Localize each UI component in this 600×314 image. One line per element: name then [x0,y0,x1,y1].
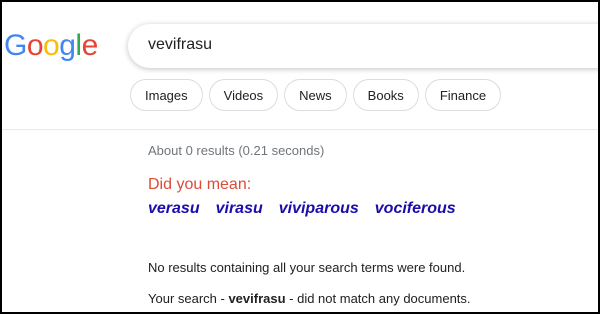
did-you-mean-label: Did you mean: [148,176,252,193]
suggestion-link[interactable]: vociferous [375,200,456,218]
no-results-message: No results containing all your search te… [148,260,466,275]
result-stats: About 0 results (0.21 seconds) [148,143,325,158]
header-divider [2,129,598,130]
logo-letter-o1: o [26,29,44,62]
tab-finance[interactable]: Finance [424,79,502,111]
suggestion-link[interactable]: viviparous [279,200,359,218]
logo-letter-g2: g [59,29,76,62]
tab-news[interactable]: News [284,79,347,111]
tab-books[interactable]: Books [352,79,419,111]
search-tabs: Images Videos News Books Finance [130,79,502,111]
google-logo[interactable]: Google [4,26,98,66]
your-search-suffix: - did not match any documents. [285,291,471,306]
your-search-term: vevifrasu [228,291,286,306]
your-search-message: Your search - vevifrasu - did not match … [148,291,471,306]
logo-letter-g: G [4,29,27,62]
your-search-prefix: Your search - [148,291,229,306]
browser-viewport: Google vevifrasu Images Videos News Book… [0,0,600,314]
logo-letter-o2: o [43,29,60,62]
search-input[interactable]: vevifrasu [148,36,212,54]
tab-images[interactable]: Images [130,79,203,111]
logo-letter-e: e [81,29,99,62]
suggestion-link[interactable]: verasu [148,200,200,218]
search-box[interactable]: vevifrasu [128,24,598,68]
spelling-suggestions: verasu virasu viviparous vociferous [148,200,456,218]
suggestion-link[interactable]: virasu [216,200,263,218]
tab-videos[interactable]: Videos [208,79,279,111]
